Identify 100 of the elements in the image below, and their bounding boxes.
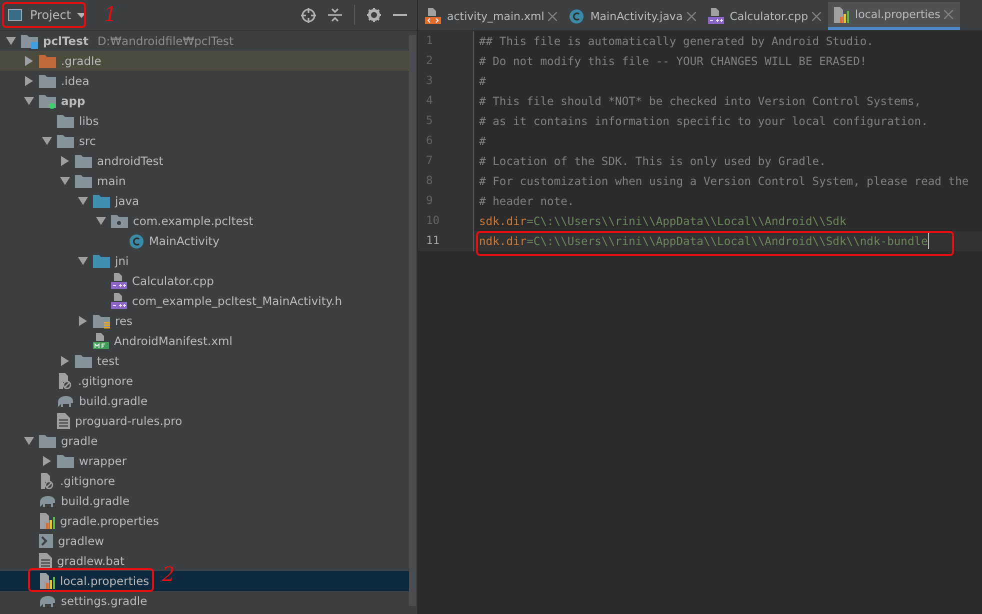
code-line: # Location of the SDK. This is only used by Gradle. <box>479 154 826 168</box>
folder-icon <box>21 34 38 48</box>
collapsed-arrow-icon[interactable] <box>43 456 51 466</box>
tree-item[interactable]: com_example_pcltest_MainActivity.h <box>0 291 409 311</box>
ignore-file-icon <box>57 373 73 389</box>
expanded-arrow-icon[interactable] <box>24 437 34 445</box>
folder-icon <box>57 454 74 468</box>
text-file-icon <box>57 413 70 429</box>
tree-item[interactable]: libs <box>0 111 409 131</box>
folder-icon <box>75 154 92 168</box>
expanded-arrow-icon[interactable] <box>6 37 16 45</box>
tree-item[interactable]: .idea <box>0 71 409 91</box>
properties-file-icon <box>39 573 55 589</box>
scrollbar[interactable] <box>409 35 416 606</box>
annotation-number: 1 <box>104 2 117 26</box>
project-path: D:₩androidfile₩pclTest <box>97 34 234 48</box>
settings-icon[interactable] <box>367 8 381 22</box>
tree-item[interactable]: MainActivity <box>0 231 409 251</box>
tree-item[interactable]: res <box>0 311 409 331</box>
tree-item[interactable]: app <box>0 91 409 111</box>
code-line: sdk.dir=C\:\\Users\\rini\\AppData\\Local\\Android\\Sdk <box>479 214 846 228</box>
tree-item[interactable]: .gitignore <box>0 471 409 491</box>
tree-item[interactable]: gradle <box>0 431 409 451</box>
manifest-file-icon <box>93 333 109 349</box>
tree-item[interactable]: gradlew <box>0 531 409 551</box>
code-line: # Do not modify this file -- YOUR CHANGES WILL BE ERASED! <box>479 54 867 68</box>
target-icon[interactable] <box>301 8 316 22</box>
elephant-icon <box>39 594 56 608</box>
folder-icon <box>39 434 56 448</box>
code-line: # <box>479 134 486 148</box>
class-icon <box>569 8 584 24</box>
elephant-icon <box>39 494 56 508</box>
editor-tab[interactable]: MainActivity.java <box>564 2 703 30</box>
code-line: # <box>479 74 486 88</box>
cpp-file-icon <box>111 273 127 289</box>
collapsed-arrow-icon[interactable] <box>61 156 69 166</box>
expanded-arrow-icon[interactable] <box>42 137 52 145</box>
tree-item[interactable]: test <box>0 351 409 371</box>
view-selector[interactable]: Project <box>4 6 90 24</box>
folder-icon <box>39 74 56 88</box>
terminal-file-icon <box>39 534 53 548</box>
tree-item[interactable]: AndroidManifest.xml <box>0 331 409 351</box>
code-line: ## This file is automatically generated by Android Studio. <box>479 34 874 48</box>
close-icon[interactable] <box>548 12 558 20</box>
tree-item[interactable]: src <box>0 131 409 151</box>
expanded-arrow-icon[interactable] <box>78 197 88 205</box>
folder-icon <box>93 254 110 268</box>
folder-icon <box>57 114 74 128</box>
folder-icon <box>75 354 92 368</box>
class-icon <box>129 234 144 248</box>
tree-item[interactable]: settings.gradle <box>0 591 409 611</box>
collapsed-arrow-icon[interactable] <box>61 356 69 366</box>
properties-file-icon <box>833 6 850 22</box>
tree-item[interactable]: gradle.properties <box>0 511 409 531</box>
tree-item[interactable]: com.example.pcltest <box>0 211 409 231</box>
text-file-icon <box>39 553 52 569</box>
tree-item[interactable]: pclTest D:₩androidfile₩pclTest <box>0 31 409 51</box>
code-line: # header note. <box>479 194 574 208</box>
collapsed-arrow-icon[interactable] <box>79 316 87 326</box>
ignore-file-icon <box>39 473 55 489</box>
folder-icon <box>93 314 110 328</box>
module-folder-icon <box>39 94 56 108</box>
folder-icon <box>57 134 74 148</box>
collapse-icon[interactable] <box>328 8 342 22</box>
properties-file-icon <box>39 513 55 529</box>
folder-icon <box>39 54 56 68</box>
cpp-file-icon <box>708 8 724 24</box>
tree-item[interactable]: Calculator.cpp <box>0 271 409 291</box>
tree-item[interactable]: wrapper <box>0 451 409 471</box>
expanded-arrow-icon[interactable] <box>96 217 106 225</box>
expanded-arrow-icon[interactable] <box>60 177 70 185</box>
package-icon <box>111 214 128 228</box>
cpp-file-icon <box>111 293 127 309</box>
window-icon <box>8 9 22 21</box>
collapsed-arrow-icon[interactable] <box>25 56 33 66</box>
caret-icon <box>77 12 86 18</box>
expanded-arrow-icon[interactable] <box>78 257 88 265</box>
expanded-arrow-icon[interactable] <box>24 97 34 105</box>
editor-tab[interactable]: Calculator.cpp <box>702 2 828 30</box>
tree-item[interactable]: java <box>0 191 409 211</box>
tree-item[interactable]: .gitignore <box>0 371 409 391</box>
code-line: # This file should *NOT* be checked into Version Control Systems, <box>479 94 922 108</box>
tree-item[interactable]: .gradle <box>0 51 409 71</box>
close-icon[interactable] <box>812 12 822 20</box>
folder-icon <box>93 194 110 208</box>
editor-tab[interactable]: activity_main.xml <box>420 2 564 30</box>
editor-tab[interactable]: local.properties <box>828 2 960 30</box>
folder-icon <box>75 174 92 188</box>
code-line: # For customization when using a Version Control System, please read the <box>479 174 969 188</box>
text-cursor <box>928 233 930 249</box>
close-icon[interactable] <box>686 12 696 20</box>
elephant-icon <box>57 394 74 408</box>
tree-item[interactable]: main <box>0 171 409 191</box>
tree-item[interactable]: build.gradle <box>0 491 409 511</box>
collapsed-arrow-icon[interactable] <box>25 76 33 86</box>
tree-item[interactable]: jni <box>0 251 409 271</box>
tree-item[interactable]: proguard-rules.pro <box>0 411 409 431</box>
tree-item[interactable]: build.gradle <box>0 391 409 411</box>
code-line: # as it contains information specific to your local configuration. <box>479 114 928 128</box>
tree-item[interactable]: androidTest <box>0 151 409 171</box>
